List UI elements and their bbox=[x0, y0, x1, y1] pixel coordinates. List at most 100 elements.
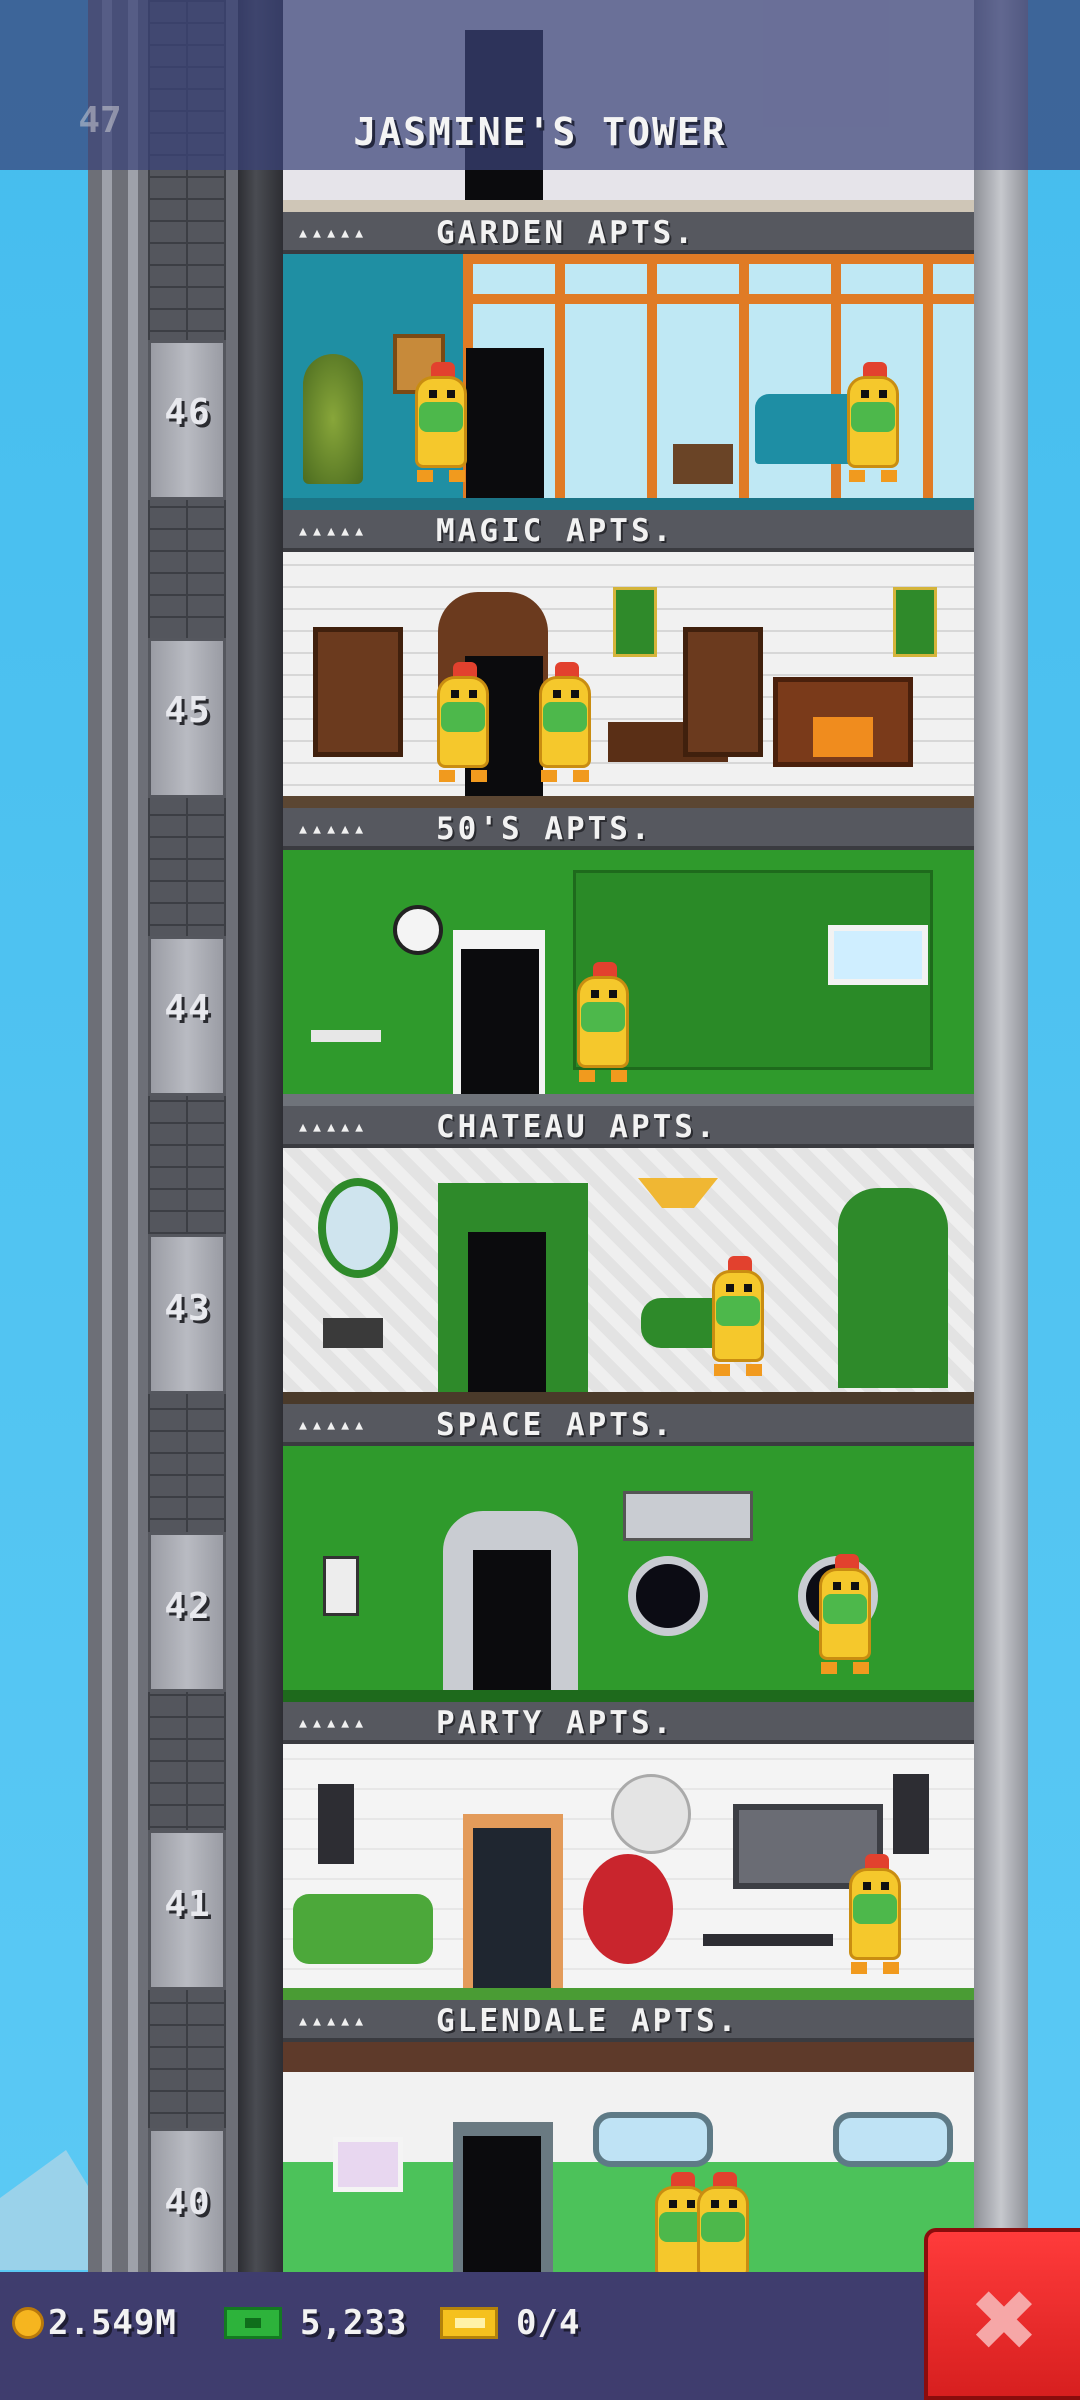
floor-number-40: 40 bbox=[164, 2182, 212, 2223]
50s-floorline bbox=[283, 1094, 974, 1106]
floor-number-42: 42 bbox=[164, 1586, 212, 1627]
tower-header: 47 JASMINE'S TOWER bbox=[0, 0, 1080, 170]
floor-number-45: 45 bbox=[164, 690, 212, 731]
floor-glendale[interactable]: ▴▴▴▴▴ GLENDALE APTS. bbox=[283, 2000, 974, 2298]
party-door[interactable] bbox=[473, 1828, 551, 1988]
star-rating-icon: ▴▴▴▴▴ bbox=[297, 816, 368, 840]
console-icon bbox=[623, 1491, 753, 1541]
speaker-icon bbox=[318, 1784, 354, 1864]
party-floorline bbox=[283, 1988, 974, 2000]
floor-name: PARTY APTS. bbox=[436, 1705, 675, 1741]
floor-50s[interactable]: ▴▴▴▴▴ 50'S APTS. bbox=[283, 808, 974, 1106]
bitizen-chicken-icon[interactable] bbox=[433, 662, 493, 782]
floor-name: SPACE APTS. bbox=[436, 1407, 675, 1443]
star-rating-icon: ▴▴▴▴▴ bbox=[297, 1114, 368, 1138]
banner-icon bbox=[893, 587, 937, 657]
floor-name: CHATEAU APTS. bbox=[436, 1109, 718, 1145]
close-icon: ✖ bbox=[968, 2272, 1040, 2370]
shaft-rail-left bbox=[102, 0, 112, 2400]
chateau-room bbox=[283, 1148, 974, 1404]
bookshelf-2 bbox=[683, 627, 763, 757]
kitchen-window bbox=[828, 925, 928, 985]
bitizen-chicken-icon[interactable] bbox=[815, 1554, 875, 1674]
party-room bbox=[283, 1744, 974, 2000]
floor-47-floorline bbox=[283, 200, 974, 212]
floor-number-46: 46 bbox=[164, 392, 212, 433]
glendale-door[interactable] bbox=[463, 2136, 541, 2286]
star-rating-icon: ▴▴▴▴▴ bbox=[297, 220, 368, 244]
green-sofa bbox=[293, 1894, 433, 1964]
magic-room bbox=[283, 552, 974, 808]
floor-sign: ▴▴▴▴▴ MAGIC APTS. bbox=[283, 510, 974, 552]
tickets-value: 0/4 bbox=[516, 2303, 581, 2343]
floor-magic[interactable]: ▴▴▴▴▴ MAGIC APTS. bbox=[283, 510, 974, 808]
shaft-rail-right bbox=[128, 0, 138, 2400]
telephone-icon bbox=[323, 1318, 383, 1348]
bitizen-chicken-icon[interactable] bbox=[708, 1256, 768, 1376]
fire-icon bbox=[813, 717, 873, 757]
floor-chateau[interactable]: ▴▴▴▴▴ CHATEAU APTS. bbox=[283, 1106, 974, 1404]
magic-floorline bbox=[283, 796, 974, 808]
banner-icon bbox=[613, 587, 657, 657]
coin-icon bbox=[12, 2307, 44, 2339]
vip-ticket-icon bbox=[440, 2307, 498, 2339]
bitizen-chicken-icon[interactable] bbox=[843, 362, 903, 482]
bux-counter[interactable]: 5,233 bbox=[224, 2297, 407, 2349]
bitizen-chicken-icon[interactable] bbox=[535, 662, 595, 782]
floor-party[interactable]: ▴▴▴▴▴ PARTY APTS. bbox=[283, 1702, 974, 2000]
star-rating-icon: ▴▴▴▴▴ bbox=[297, 2008, 368, 2032]
close-button[interactable]: ✖ bbox=[924, 2228, 1080, 2400]
painting-icon bbox=[333, 2137, 403, 2192]
window-icon bbox=[593, 2112, 713, 2167]
floor-sign: ▴▴▴▴▴ GARDEN APTS. bbox=[283, 212, 974, 254]
bitizen-chicken-icon[interactable] bbox=[411, 362, 471, 482]
garden-floorline bbox=[283, 498, 974, 510]
floor-name: GLENDALE APTS. bbox=[436, 2003, 740, 2039]
floor-space[interactable]: ▴▴▴▴▴ SPACE APTS. bbox=[283, 1404, 974, 1702]
floor-sign: ▴▴▴▴▴ GLENDALE APTS. bbox=[283, 2000, 974, 2042]
tickets-counter[interactable]: 0/4 bbox=[440, 2297, 580, 2349]
floor-sign: ▴▴▴▴▴ PARTY APTS. bbox=[283, 1702, 974, 1744]
tower[interactable]: 46 45 44 43 42 41 40 ▴▴▴▴▴ GARDEN APTS. bbox=[88, 0, 1028, 2400]
star-rating-icon: ▴▴▴▴▴ bbox=[297, 1710, 368, 1734]
floor-name: MAGIC APTS. bbox=[436, 513, 675, 549]
garden-door[interactable] bbox=[466, 348, 544, 498]
floor-sign: ▴▴▴▴▴ CHATEAU APTS. bbox=[283, 1106, 974, 1148]
space-floorline bbox=[283, 1690, 974, 1702]
chateau-door[interactable] bbox=[468, 1232, 546, 1392]
clock-icon bbox=[393, 905, 443, 955]
star-rating-icon: ▴▴▴▴▴ bbox=[297, 518, 368, 542]
window-icon bbox=[833, 2112, 953, 2167]
chateau-floorline bbox=[283, 1392, 974, 1404]
space-door[interactable] bbox=[473, 1550, 551, 1690]
50s-room bbox=[283, 850, 974, 1106]
green-armoire bbox=[838, 1188, 948, 1388]
floor-sign: ▴▴▴▴▴ 50'S APTS. bbox=[283, 808, 974, 850]
space-room bbox=[283, 1446, 974, 1702]
dining-table bbox=[311, 1030, 381, 1042]
floor-name: 50'S APTS. bbox=[436, 811, 653, 847]
side-table bbox=[673, 444, 733, 484]
garden-room bbox=[283, 254, 974, 510]
bux-value: 5,233 bbox=[300, 2303, 408, 2343]
floor-sign: ▴▴▴▴▴ SPACE APTS. bbox=[283, 1404, 974, 1446]
star-rating-icon: ▴▴▴▴▴ bbox=[297, 1412, 368, 1436]
coins-value: 2.549M bbox=[48, 2303, 177, 2343]
bookshelf bbox=[313, 627, 403, 757]
floor-number-43: 43 bbox=[164, 1288, 212, 1329]
egg-chair bbox=[583, 1854, 673, 1964]
oval-mirror-icon bbox=[318, 1178, 398, 1278]
shaft-edge bbox=[238, 0, 283, 2400]
floor-number-44: 44 bbox=[164, 988, 212, 1029]
50s-door[interactable] bbox=[461, 949, 539, 1094]
bitizen-chicken-icon[interactable] bbox=[573, 962, 633, 1082]
floor-garden[interactable]: ▴▴▴▴▴ GARDEN APTS. bbox=[283, 212, 974, 510]
tower-bux-icon bbox=[224, 2307, 282, 2339]
floor-name: GARDEN APTS. bbox=[436, 215, 696, 251]
control-panel-icon bbox=[323, 1556, 359, 1616]
bitizen-chicken-icon[interactable] bbox=[845, 1854, 905, 1974]
coins-counter[interactable]: 2.549M bbox=[12, 2297, 177, 2349]
speaker-icon bbox=[893, 1774, 929, 1854]
coffee-table bbox=[703, 1934, 833, 1946]
disco-ball-icon bbox=[611, 1774, 691, 1854]
